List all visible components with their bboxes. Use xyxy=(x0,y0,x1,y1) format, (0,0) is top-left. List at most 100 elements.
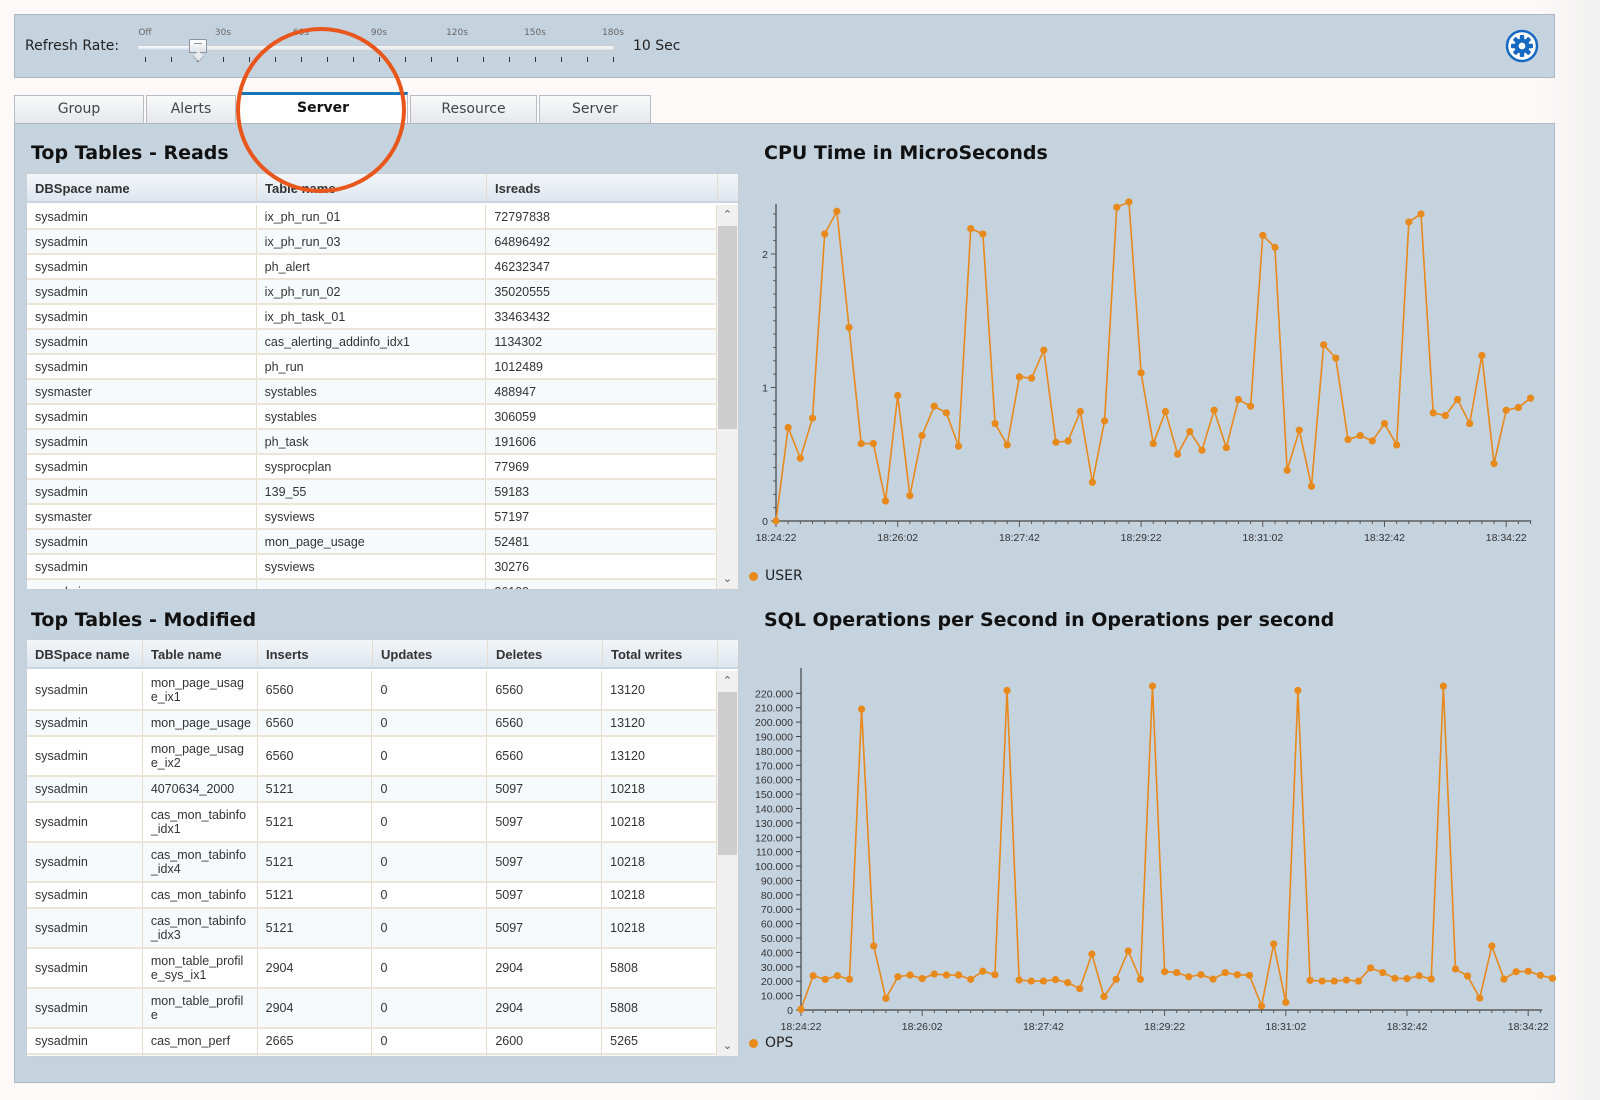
modified-table-header: DBSpace name Table name Inserts Updates … xyxy=(27,640,738,669)
table-cell: sysadmin xyxy=(27,989,143,1027)
data-point xyxy=(1500,975,1508,983)
table-cell: sysadmin xyxy=(27,711,143,735)
table-row[interactable]: sysadmin ix_ph_run_03 64896492 xyxy=(27,230,717,255)
table-row[interactable]: sysadmin ph_task 191606 xyxy=(27,430,717,455)
data-point xyxy=(1234,395,1243,404)
table-cell: 0 xyxy=(372,949,488,987)
data-point xyxy=(1003,441,1011,449)
table-cell: 35020555 xyxy=(486,280,717,303)
table-row[interactable]: sysadmin sysprocplan 77969 xyxy=(27,455,717,480)
data-point xyxy=(1453,395,1462,404)
table-row[interactable]: sysmaster sysviews 57197 xyxy=(27,505,717,530)
tab-group-summary[interactable]: Group Summary xyxy=(14,95,144,144)
data-point xyxy=(1330,977,1338,985)
reads-table-body: sysadmin ix_ph_run_01 72797838 sysadmin ix_p… xyxy=(27,205,717,589)
data-point xyxy=(1439,682,1447,690)
table-cell: 0 xyxy=(372,909,488,947)
table-cell: sysadmin xyxy=(27,230,257,253)
y-tick-label: 80.000 xyxy=(761,890,793,902)
settings-button[interactable] xyxy=(1505,29,1539,63)
reads-title: Top Tables - Reads xyxy=(31,142,229,164)
column-header-table-name[interactable]: Table name xyxy=(143,640,258,667)
tab-alerts[interactable]: Alerts xyxy=(146,95,236,124)
table-row[interactable]: sysadmin ix_ph_task_01 33463432 xyxy=(27,305,717,330)
scroll-down-icon[interactable]: ⌄ xyxy=(717,569,738,589)
slider-thumb[interactable] xyxy=(189,39,207,53)
data-point xyxy=(1427,975,1435,983)
column-header-dbspace[interactable]: DBSpace name xyxy=(27,174,257,201)
refresh-rate-slider[interactable]: Off 30s 60s 90s 120s 150s 180s xyxy=(137,23,624,63)
data-point xyxy=(1320,341,1328,349)
data-point xyxy=(1391,974,1399,982)
column-header-dbspace[interactable]: DBSpace name xyxy=(27,640,143,667)
data-point xyxy=(1342,976,1350,984)
table-row[interactable]: sysadmin ph_run 1012489 xyxy=(27,355,717,380)
sql-legend[interactable]: OPS xyxy=(749,1035,793,1051)
table-row[interactable]: sysadmin sysviews 30276 xyxy=(27,555,717,580)
column-header-inserts[interactable]: Inserts xyxy=(258,640,373,667)
table-cell: 6560 xyxy=(258,711,373,735)
cpu-legend[interactable]: USER xyxy=(749,568,803,584)
table-row[interactable]: sysmaster systables 488947 xyxy=(27,380,717,405)
table-row[interactable]: sysadmin mon_table_profile 2904 0 2904 5808 xyxy=(27,989,717,1029)
series-line-ops xyxy=(800,685,1553,1010)
table-row[interactable]: sysadmin cas_mon_tabinfo_idx1 5121 0 5097 102… xyxy=(27,803,717,843)
table-row[interactable]: sysadmin ix_ph_run_02 35020555 xyxy=(27,280,717,305)
table-row[interactable]: sysadmin mon_table_profile_sys_ix1 2904 0 29… xyxy=(27,949,717,989)
data-point xyxy=(1015,976,1023,984)
table-cell: sysadmin xyxy=(27,405,257,428)
tab-resource-usage[interactable]: Resource Usage xyxy=(410,95,537,144)
tab-server-status[interactable]: Server Status xyxy=(539,95,651,144)
data-point xyxy=(772,517,780,525)
data-point xyxy=(1429,409,1437,417)
slider-track[interactable] xyxy=(137,45,615,51)
y-tick-label: 210.000 xyxy=(755,703,793,715)
table-cell: 26199 xyxy=(486,580,717,589)
column-header-isreads[interactable]: Isreads xyxy=(487,174,718,201)
table-row[interactable]: sysadmin 26199 xyxy=(27,580,717,589)
column-header-deletes[interactable]: Deletes xyxy=(488,640,603,667)
table-row[interactable]: sysadmin systables 306059 xyxy=(27,405,717,430)
data-point xyxy=(1039,977,1047,985)
table-cell: 10218 xyxy=(602,883,717,907)
table-row[interactable]: sysadmin mon_page_usage_ix2 6560 0 6560 13120 xyxy=(27,737,717,777)
table-row[interactable]: sysadmin139_552665026005265 xyxy=(27,1055,717,1056)
table-cell: sysadmin xyxy=(27,1029,143,1053)
table-row[interactable]: sysadmin cas_mon_tabinfo_idx4 5121 0 5097 102… xyxy=(27,843,717,883)
table-row[interactable]: sysadmin cas_alerting_addinfo_idx1 1134302 xyxy=(27,330,717,355)
data-point xyxy=(1367,964,1375,972)
data-point xyxy=(1198,446,1206,454)
slider-tick xyxy=(353,57,354,62)
data-point xyxy=(991,971,999,979)
table-row[interactable]: sysadmin mon_page_usage_ix1 6560 0 6560 13120 xyxy=(27,671,717,711)
column-header-table-name[interactable]: Table name xyxy=(257,174,487,201)
data-point xyxy=(1466,419,1474,428)
table-row[interactable]: sysadmin cas_mon_perf 2665 0 2600 5265 xyxy=(27,1029,717,1055)
column-header-updates[interactable]: Updates xyxy=(373,640,488,667)
tab-server-performance[interactable]: Server Performance xyxy=(238,92,408,143)
table-row[interactable]: sysadmin 4070634_2000 5121 0 5097 10218 xyxy=(27,777,717,803)
table-cell: sysadmin xyxy=(27,430,257,453)
table-row[interactable]: sysadmin ph_alert 46232347 xyxy=(27,255,717,280)
table-cell: 5097 xyxy=(487,777,603,801)
table-row[interactable]: sysadmin mon_page_usage 52481 xyxy=(27,530,717,555)
data-point xyxy=(1040,346,1048,354)
data-point xyxy=(870,942,878,950)
table-row[interactable]: sysadmin cas_mon_tabinfo 5121 0 5097 10218 xyxy=(27,883,717,909)
data-point xyxy=(1064,437,1072,445)
column-header-total-writes[interactable]: Total writes xyxy=(603,640,718,667)
data-point xyxy=(1318,977,1326,985)
data-point xyxy=(1270,940,1278,948)
data-point xyxy=(1526,394,1535,402)
table-row[interactable]: sysadmin cas_mon_tabinfo_idx3 5121 0 5097 102… xyxy=(27,909,717,949)
data-point xyxy=(1379,968,1387,977)
table-cell: 488947 xyxy=(486,380,717,403)
table-row[interactable]: sysadmin mon_page_usage 6560 0 6560 13120 xyxy=(27,711,717,737)
table-row[interactable]: sysadmin ix_ph_run_01 72797838 xyxy=(27,205,717,230)
table-row[interactable]: sysadmin 139_55 59183 xyxy=(27,480,717,505)
table-cell: cas_alerting_addinfo_idx1 xyxy=(257,330,487,353)
data-point xyxy=(1233,971,1241,979)
data-point xyxy=(882,994,890,1002)
table-cell: 5097 xyxy=(487,803,603,841)
scroll-down-icon[interactable]: ⌄ xyxy=(717,1036,738,1056)
